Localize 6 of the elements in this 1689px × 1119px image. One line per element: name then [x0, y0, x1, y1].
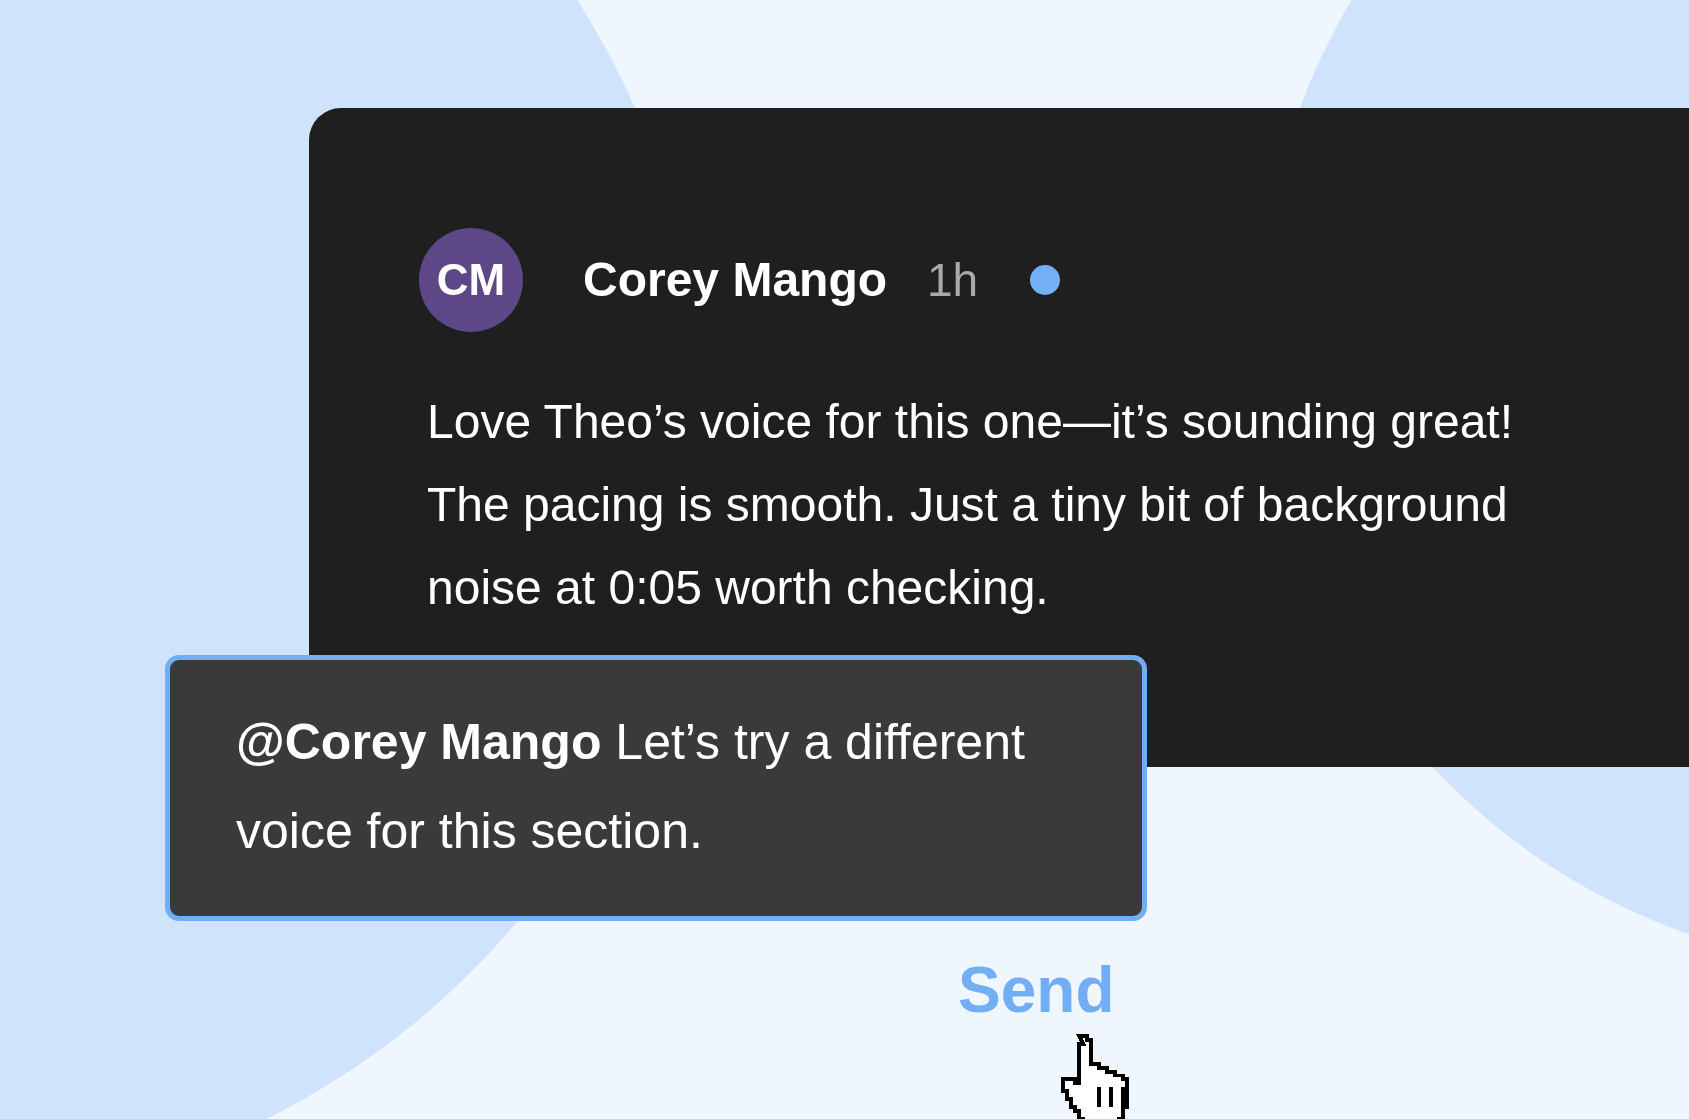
author-name: Corey Mango: [583, 252, 888, 308]
comment-text: Love Theo’s voice for this one—it’s sounding great! The pacing is smooth. Just a tiny bit of background noise at 0:05 worth checking.: [427, 394, 1514, 616]
timestamp: 1h: [927, 252, 979, 308]
reply-field[interactable]: @Corey Mango Let’s try a different voice for this section.: [165, 655, 1147, 921]
reply-text: @Corey Mango Let’s try a different voice for this section.: [236, 713, 1026, 861]
avatar: CM: [419, 228, 523, 332]
